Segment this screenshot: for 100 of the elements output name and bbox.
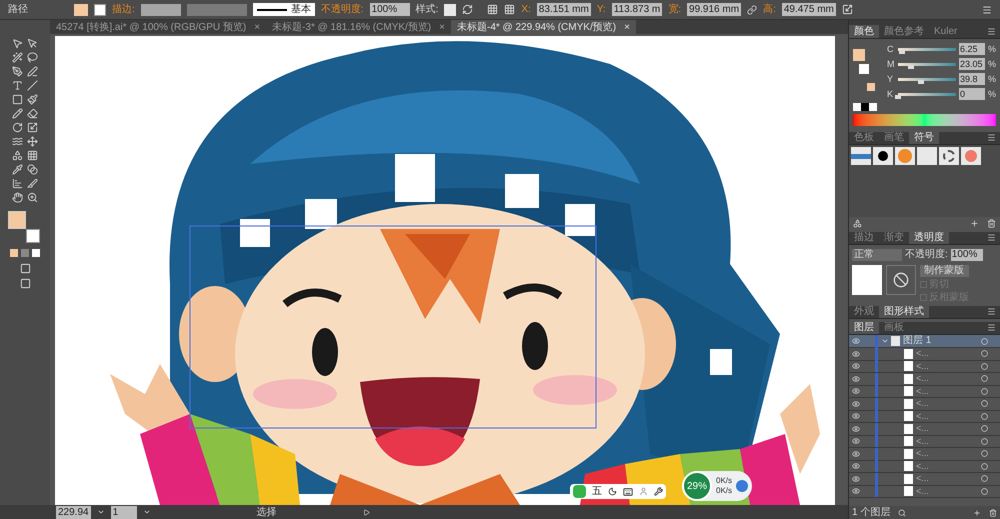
pen-tool-icon[interactable]	[12, 66, 23, 77]
slider-thumb[interactable]	[898, 50, 905, 54]
fill-swatch[interactable]	[853, 49, 865, 61]
visibility-eye-icon[interactable]	[852, 412, 860, 420]
slider-thumb[interactable]	[918, 80, 924, 84]
tab-close-button[interactable]: ×	[624, 20, 630, 34]
user-icon[interactable]	[639, 487, 648, 496]
symbol-thumbnail[interactable]	[851, 147, 871, 165]
symbol-library-icon[interactable]	[853, 218, 862, 228]
panel-tab[interactable]: 画笔	[879, 131, 909, 144]
rectangle-tool-icon[interactable]	[12, 94, 23, 105]
blend-mode-dropdown[interactable]: 正常	[852, 248, 902, 260]
menu-icon[interactable]	[982, 4, 992, 14]
sublayer-row[interactable]: <...	[849, 373, 1000, 386]
target-circle-icon[interactable]	[981, 475, 988, 482]
input-mode-label[interactable]: 五	[592, 486, 602, 498]
channel-value-field[interactable]: 0	[958, 88, 985, 100]
visibility-eye-icon[interactable]	[852, 450, 860, 458]
align-icon[interactable]	[487, 4, 498, 15]
preset-swatch[interactable]	[869, 103, 877, 111]
transform-icon[interactable]	[842, 4, 853, 15]
move-icon[interactable]	[27, 136, 38, 147]
pen-line-icon[interactable]	[27, 66, 38, 77]
panel-tab[interactable]: 描边	[849, 231, 879, 244]
none-swatch[interactable]	[853, 103, 861, 111]
visibility-eye-icon[interactable]	[852, 487, 860, 496]
slider-thumb[interactable]	[895, 94, 901, 98]
visibility-eye-icon[interactable]	[852, 400, 860, 408]
play-icon[interactable]	[362, 508, 370, 516]
draw-mode-icon[interactable]	[20, 263, 30, 274]
stroke-none-swatch[interactable]	[859, 64, 869, 74]
tab-close-button[interactable]: ×	[439, 20, 445, 34]
visibility-eye-icon[interactable]	[852, 374, 860, 383]
document-tab[interactable]: 未标题-4* @ 229.94% (CMYK/预览) ×	[450, 20, 636, 34]
lasso-icon[interactable]	[27, 52, 38, 63]
keyboard-icon[interactable]	[623, 486, 633, 496]
symbol-thumbnail[interactable]	[939, 147, 959, 165]
tab-close-button[interactable]: ×	[254, 20, 260, 34]
sublayer-row[interactable]: <...	[849, 423, 1000, 436]
input-field[interactable]: 83.151 mm	[536, 3, 591, 16]
eraser-icon[interactable]	[27, 108, 38, 119]
visibility-eye-icon[interactable]	[852, 437, 860, 446]
visibility-eye-icon[interactable]	[852, 350, 860, 358]
zoom-icon[interactable]	[27, 192, 38, 203]
zoom-dropdown-icon[interactable]	[96, 508, 105, 516]
panel-menu-icon[interactable]	[987, 323, 996, 332]
target-circle-icon[interactable]	[981, 400, 988, 408]
sublayer-row[interactable]: <...	[849, 486, 1000, 498]
target-circle-icon[interactable]	[981, 338, 988, 344]
warp-icon[interactable]	[12, 136, 23, 147]
panel-menu-icon[interactable]	[987, 233, 996, 242]
target-circle-icon[interactable]	[981, 462, 988, 470]
target-circle-icon[interactable]	[981, 425, 988, 432]
eyedropper-icon[interactable]	[12, 164, 23, 175]
color-spectrum-bar[interactable]	[853, 114, 996, 126]
panel-tab[interactable]: 颜色	[849, 25, 879, 38]
delete-icon[interactable]	[987, 218, 996, 228]
sublayer-row[interactable]: <...	[849, 360, 1000, 373]
input-field[interactable]: 49.475 mm	[782, 3, 836, 16]
panel-tab[interactable]: 图形样式	[879, 305, 929, 318]
slider-thumb[interactable]	[908, 64, 914, 68]
panel-tab[interactable]: 透明度	[909, 231, 949, 244]
input-field[interactable]: 229.94	[56, 506, 91, 518]
panel-menu-icon[interactable]	[987, 27, 996, 36]
out-of-gamut-swatch[interactable]	[867, 83, 875, 91]
stroke-none-swatch[interactable]	[94, 4, 106, 16]
screen-mode-icon[interactable]	[20, 278, 30, 289]
panel-menu-icon[interactable]	[987, 133, 996, 142]
search-icon[interactable]	[898, 508, 906, 516]
magic-wand-icon[interactable]	[12, 52, 23, 63]
slice-icon[interactable]	[27, 178, 38, 189]
opacity-label[interactable]: 不透明度:	[320, 3, 364, 16]
sublayer-row[interactable]: <...	[849, 436, 1000, 448]
channel-value-field[interactable]: 6.25	[958, 43, 985, 55]
panel-tab[interactable]: 符号	[909, 131, 939, 144]
symbol-thumbnail[interactable]	[873, 147, 893, 165]
panel-tab[interactable]: 画板	[879, 321, 909, 334]
visibility-eye-icon[interactable]	[852, 387, 860, 396]
sublayer-row[interactable]: <...	[849, 410, 1000, 423]
panel-tab[interactable]: 色板	[849, 131, 879, 144]
new-layer-icon[interactable]	[973, 508, 981, 516]
channel-value-field[interactable]: 39.8	[958, 73, 985, 85]
target-circle-icon[interactable]	[981, 362, 988, 370]
rotate-icon[interactable]	[12, 122, 23, 133]
color-mode-icon[interactable]	[10, 249, 18, 257]
moon-icon[interactable]	[608, 487, 617, 496]
line-tool-icon[interactable]	[27, 80, 38, 91]
wrench-icon[interactable]	[654, 487, 663, 496]
brush-dropdown[interactable]: 基本	[252, 3, 315, 16]
selection-bounding-box[interactable]	[190, 226, 596, 428]
fill-swatch[interactable]	[8, 211, 26, 229]
visibility-eye-icon[interactable]	[852, 462, 860, 470]
blend-icon[interactable]	[27, 164, 38, 175]
target-circle-icon[interactable]	[981, 375, 988, 382]
symbol-thumbnail[interactable]	[917, 147, 937, 165]
panel-tab[interactable]: 颜色参考	[879, 25, 929, 38]
panel-tab[interactable]: Kuler	[929, 25, 962, 38]
sublayer-row[interactable]: <...	[849, 386, 1000, 398]
input-field[interactable]: 113.873 m	[612, 3, 662, 16]
preset-swatch[interactable]	[861, 103, 869, 111]
